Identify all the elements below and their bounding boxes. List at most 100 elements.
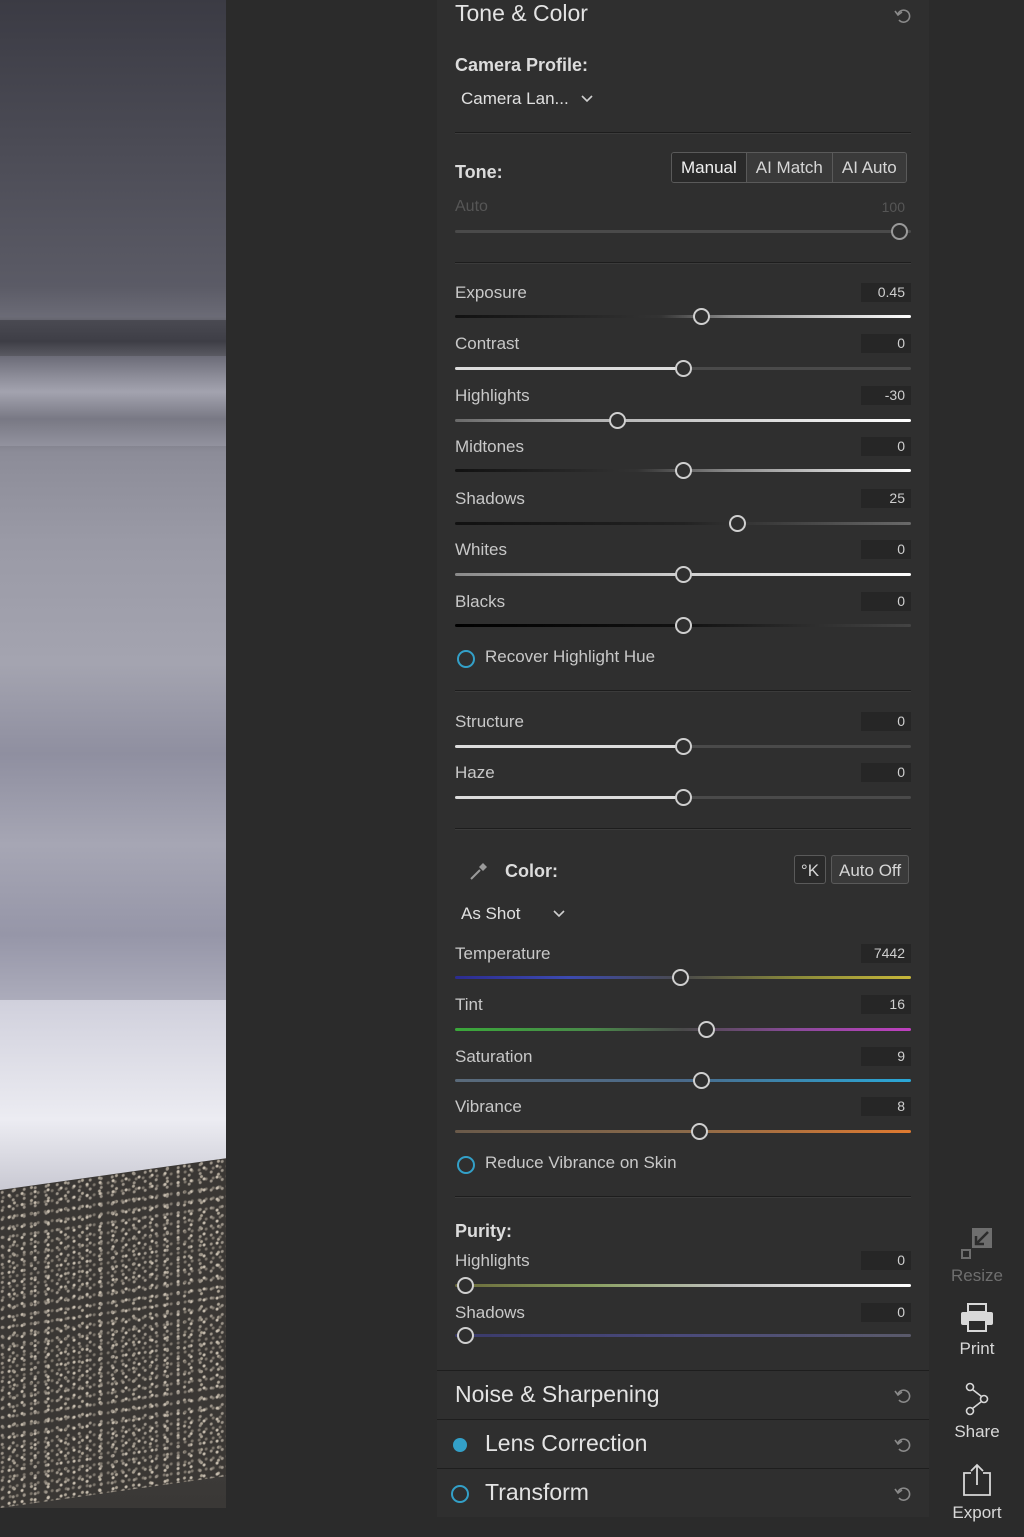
purity-shadows-slider-thumb[interactable] <box>457 1327 474 1344</box>
structure-label: Structure <box>455 712 524 731</box>
photo-pebbles <box>0 1158 226 1508</box>
purity-label: Purity: <box>455 1221 513 1241</box>
recover-highlight-hue-label[interactable]: Recover Highlight Hue <box>485 647 655 667</box>
purity-highlights-slider-track[interactable] <box>455 1284 911 1287</box>
purity-highlights-value[interactable]: 0 <box>861 1251 911 1270</box>
auto-off-button[interactable]: Auto Off <box>831 855 910 884</box>
auto-amount-slider-track[interactable] <box>455 230 911 233</box>
export-button[interactable]: Export <box>940 1463 1014 1523</box>
whites-label: Whites <box>455 540 507 559</box>
tint-slider-track[interactable] <box>455 1028 911 1031</box>
photo-wave <box>0 356 226 446</box>
exposure-slider-track[interactable] <box>455 315 911 318</box>
share-icon <box>965 1382 989 1416</box>
photo-preview[interactable] <box>0 0 226 1508</box>
highlights-slider-track[interactable] <box>455 419 911 422</box>
reset-icon[interactable] <box>893 1484 913 1504</box>
temperature-value[interactable]: 7442 <box>861 944 911 963</box>
export-icon <box>963 1463 991 1496</box>
auto-amount-label: Auto <box>455 198 488 215</box>
camera-profile-dropdown[interactable]: Camera Lan... <box>461 89 593 109</box>
resize-label: Resize <box>951 1266 1003 1285</box>
tone-mode-ai-match[interactable]: AI Match <box>745 153 832 182</box>
section-transform[interactable]: Transform <box>437 1468 929 1517</box>
tone-color-panel: Tone & Color Camera Profile: Camera Lan.… <box>437 0 929 1517</box>
midtones-label: Midtones <box>455 437 524 456</box>
whites-value[interactable]: 0 <box>861 540 911 559</box>
reduce-vibrance-on-skin-radio[interactable] <box>457 1156 475 1174</box>
tint-value[interactable]: 16 <box>861 995 911 1014</box>
reset-icon[interactable] <box>893 1386 913 1406</box>
contrast-value[interactable]: 0 <box>861 334 911 353</box>
divider <box>455 262 911 263</box>
reset-icon[interactable] <box>893 1435 913 1455</box>
tone-mode-manual[interactable]: Manual <box>672 153 746 182</box>
contrast-slider-thumb[interactable] <box>675 360 692 377</box>
highlights-value[interactable]: -30 <box>861 386 911 405</box>
vibrance-value[interactable]: 8 <box>861 1097 911 1116</box>
highlights-slider-thumb[interactable] <box>609 412 626 429</box>
auto-amount-slider-thumb[interactable] <box>891 223 908 240</box>
resize-button[interactable]: Resize <box>940 1226 1014 1286</box>
section-disabled-indicator[interactable] <box>451 1485 469 1503</box>
blacks-value[interactable]: 0 <box>861 592 911 611</box>
auto-amount-value: 100 <box>881 199 905 215</box>
share-button[interactable]: Share <box>940 1382 1014 1442</box>
midtones-slider-thumb[interactable] <box>675 462 692 479</box>
purity-shadows-slider-track[interactable] <box>455 1334 911 1337</box>
haze-label: Haze <box>455 763 495 782</box>
purity-shadows-value[interactable]: 0 <box>861 1303 911 1322</box>
highlights-label: Highlights <box>455 386 530 405</box>
shadows-value[interactable]: 25 <box>861 489 911 508</box>
kelvin-button[interactable]: °K <box>794 855 826 884</box>
white-balance-value: As Shot <box>461 904 521 923</box>
print-button[interactable]: Print <box>940 1303 1014 1359</box>
purity-highlights-slider-thumb[interactable] <box>457 1277 474 1294</box>
exposure-slider-thumb[interactable] <box>693 308 710 325</box>
share-label: Share <box>954 1422 1000 1441</box>
chevron-down-icon <box>552 910 565 918</box>
exposure-label: Exposure <box>455 283 527 302</box>
shadows-label: Shadows <box>455 489 525 508</box>
vibrance-slider-track[interactable] <box>455 1130 911 1133</box>
vibrance-label: Vibrance <box>455 1097 522 1116</box>
structure-value[interactable]: 0 <box>861 712 911 731</box>
divider <box>455 132 911 133</box>
section-enabled-indicator[interactable] <box>453 1438 467 1452</box>
whites-slider-thumb[interactable] <box>675 566 692 583</box>
saturation-slider-track[interactable] <box>455 1079 911 1082</box>
saturation-value[interactable]: 9 <box>861 1047 911 1066</box>
recover-highlight-hue-radio[interactable] <box>457 650 475 668</box>
haze-slider-thumb[interactable] <box>675 789 692 806</box>
blacks-label: Blacks <box>455 592 506 611</box>
shadows-slider-track[interactable] <box>455 522 911 525</box>
structure-slider-thumb[interactable] <box>675 738 692 755</box>
section-title-tone-color: Tone & Color <box>455 0 588 26</box>
tint-slider-thumb[interactable] <box>698 1021 715 1038</box>
temperature-slider-thumb[interactable] <box>672 969 689 986</box>
divider <box>455 828 911 829</box>
shadows-slider-thumb[interactable] <box>729 515 746 532</box>
tone-mode-segmented: Manual AI Match AI Auto <box>671 152 907 183</box>
section-lens-correction[interactable]: Lens Correction <box>437 1419 929 1468</box>
chevron-down-icon <box>581 95 593 103</box>
haze-value[interactable]: 0 <box>861 763 911 782</box>
white-balance-dropdown[interactable]: As Shot <box>461 904 565 924</box>
exposure-value[interactable]: 0.45 <box>861 283 911 302</box>
midtones-value[interactable]: 0 <box>861 437 911 456</box>
vibrance-slider-thumb[interactable] <box>691 1123 708 1140</box>
section-title-noise-sharpening: Noise & Sharpening <box>455 1381 660 1407</box>
saturation-label: Saturation <box>455 1047 533 1066</box>
eyedropper-icon[interactable] <box>468 860 490 882</box>
printer-icon <box>961 1303 993 1332</box>
tone-mode-ai-auto[interactable]: AI Auto <box>831 153 906 182</box>
resize-icon <box>961 1228 992 1259</box>
purity-highlights-label: Highlights <box>455 1251 530 1270</box>
reset-icon[interactable] <box>893 6 913 26</box>
section-noise-sharpening[interactable]: Noise & Sharpening <box>437 1370 929 1419</box>
blacks-slider-thumb[interactable] <box>675 617 692 634</box>
saturation-slider-thumb[interactable] <box>693 1072 710 1089</box>
contrast-label: Contrast <box>455 334 520 353</box>
temperature-label: Temperature <box>455 944 551 963</box>
reduce-vibrance-on-skin-label[interactable]: Reduce Vibrance on Skin <box>485 1153 677 1173</box>
